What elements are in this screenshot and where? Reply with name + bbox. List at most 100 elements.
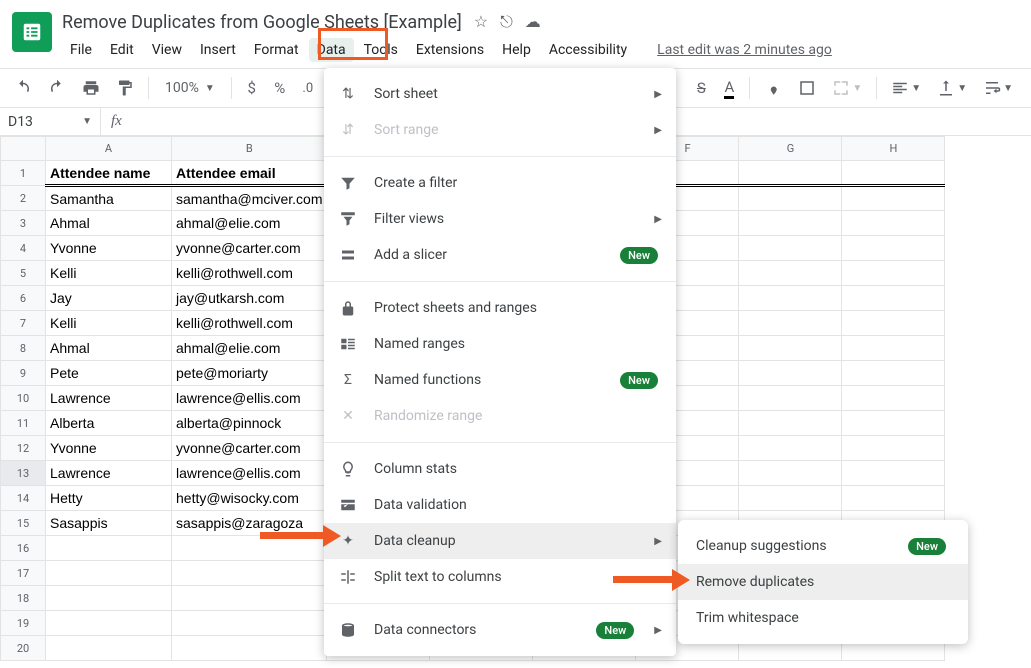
cell[interactable] [842,161,945,186]
cell[interactable] [842,186,945,211]
cell[interactable] [172,561,327,586]
star-icon[interactable]: ☆ [474,12,488,32]
merge-button[interactable]: ▼ [826,74,868,102]
cell[interactable]: jay@utkarsh.com [172,286,327,311]
cell[interactable] [739,261,842,286]
cell[interactable]: Alberta [46,411,172,436]
cell[interactable] [739,161,842,186]
row-header-13[interactable]: 13 [1,461,46,486]
cell[interactable]: sasappis@zaragoza [172,511,327,536]
cell[interactable]: Kelli [46,261,172,286]
row-header-12[interactable]: 12 [1,436,46,461]
menu-edit[interactable]: Edit [102,38,142,62]
cell[interactable]: ahmal@elie.com [172,211,327,236]
row-header-19[interactable]: 19 [1,611,46,636]
cell[interactable]: Sasappis [46,511,172,536]
text-color-button[interactable]: A [717,74,741,102]
menu-tools[interactable]: Tools [356,38,406,62]
col-header-A[interactable]: A [46,137,172,161]
menu-add-slicer[interactable]: Add a slicer New [324,237,676,273]
cell[interactable] [46,561,172,586]
row-header-9[interactable]: 9 [1,361,46,386]
fill-color-button[interactable] [758,74,788,102]
cell[interactable] [842,311,945,336]
cell[interactable]: kelli@rothwell.com [172,311,327,336]
cell[interactable] [842,211,945,236]
halign-button[interactable]: ▼ [885,74,927,102]
valign-button[interactable]: ▼ [931,74,973,102]
cell[interactable]: Lawrence [46,386,172,411]
row-header-4[interactable]: 4 [1,236,46,261]
sheets-logo[interactable] [12,12,52,52]
row-header-14[interactable]: 14 [1,486,46,511]
name-box[interactable]: D13▼ [0,114,100,130]
row-header-16[interactable]: 16 [1,536,46,561]
undo-button[interactable] [8,74,38,102]
cell[interactable] [739,311,842,336]
cell[interactable] [842,386,945,411]
cell[interactable]: Attendee email [172,161,327,186]
menu-named-functions[interactable]: Σ Named functions New [324,362,676,398]
menu-data-validation[interactable]: Data validation [324,487,676,523]
menu-insert[interactable]: Insert [192,38,244,62]
cell[interactable]: samantha@mciver.com [172,186,327,211]
cell[interactable]: Lawrence [46,461,172,486]
cell[interactable] [739,386,842,411]
menu-format[interactable]: Format [246,38,307,62]
row-header-3[interactable]: 3 [1,211,46,236]
cell[interactable]: Pete [46,361,172,386]
menu-data-cleanup[interactable]: ✦ Data cleanup ▶ [324,523,676,559]
menu-extensions[interactable]: Extensions [408,38,492,62]
menu-file[interactable]: File [62,38,100,62]
row-header-20[interactable]: 20 [1,636,46,661]
menu-help[interactable]: Help [494,38,539,62]
row-header-11[interactable]: 11 [1,411,46,436]
col-header-G[interactable]: G [739,137,842,161]
print-button[interactable] [76,74,106,102]
document-title[interactable]: Remove Duplicates from Google Sheets [Ex… [62,12,462,33]
row-header-17[interactable]: 17 [1,561,46,586]
strike-button[interactable]: S [689,74,713,102]
submenu-remove-duplicates[interactable]: Remove duplicates [678,564,968,600]
cell[interactable] [739,236,842,261]
cell[interactable] [842,486,945,511]
menu-accessibility[interactable]: Accessibility [541,38,635,62]
cell[interactable]: hetty@wisocky.com [172,486,327,511]
menu-column-stats[interactable]: Column stats [324,451,676,487]
row-header-10[interactable]: 10 [1,386,46,411]
cell[interactable]: Attendee name [46,161,172,186]
cell[interactable] [739,186,842,211]
cell[interactable] [842,411,945,436]
cell[interactable]: Yvonne [46,436,172,461]
cell[interactable] [739,486,842,511]
decimal-decrease-button[interactable]: .0 [296,74,320,102]
cell[interactable]: ahmal@elie.com [172,336,327,361]
cell[interactable] [172,536,327,561]
borders-button[interactable] [792,74,822,102]
move-icon[interactable]: ⎋ [500,12,513,32]
row-header-1[interactable]: 1 [1,161,46,186]
cell[interactable] [739,436,842,461]
cell[interactable]: Jay [46,286,172,311]
menu-data-connectors[interactable]: Data connectors New ▶ [324,612,676,648]
col-header-H[interactable]: H [842,137,945,161]
cell[interactable] [46,636,172,661]
cell[interactable] [842,236,945,261]
row-header-18[interactable]: 18 [1,586,46,611]
cell[interactable]: alberta@pinnock [172,411,327,436]
row-header-6[interactable]: 6 [1,286,46,311]
cell[interactable] [842,361,945,386]
cell[interactable]: kelli@rothwell.com [172,261,327,286]
cloud-icon[interactable]: ☁ [525,12,541,32]
currency-button[interactable]: $ [240,74,264,102]
cell[interactable] [842,261,945,286]
cell[interactable] [46,586,172,611]
cell[interactable] [739,211,842,236]
last-edit-link[interactable]: Last edit was 2 minutes ago [657,42,832,58]
row-header-8[interactable]: 8 [1,336,46,361]
cell[interactable] [739,411,842,436]
percent-button[interactable]: % [268,74,292,102]
cell[interactable]: yvonne@carter.com [172,436,327,461]
cell[interactable] [46,536,172,561]
cell[interactable] [172,586,327,611]
